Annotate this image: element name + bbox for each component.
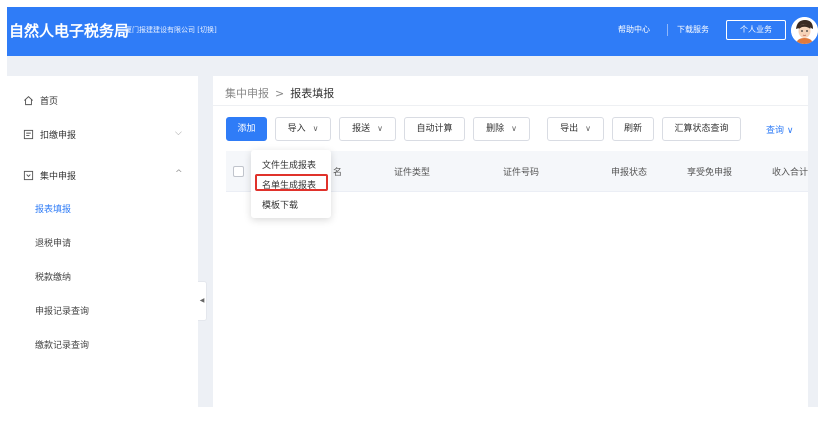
- query-toggle-label: 查询: [766, 126, 785, 136]
- sidebar: 首页 扣缴申报 ⌵ 集中申报 ^ 报表填报 退税申请 税款缴纳 申报记录查询 缴…: [7, 76, 198, 407]
- sidebar-item-home[interactable]: 首页: [7, 86, 198, 116]
- column-header-filing-status: 申报状态: [611, 168, 648, 178]
- auto-calculate-button[interactable]: 自动计算: [404, 117, 465, 141]
- breadcrumb-separator: >: [275, 87, 285, 100]
- chevron-down-icon: ∨: [786, 126, 794, 136]
- menu-item-template-download[interactable]: 模板下载: [262, 198, 298, 211]
- chevron-up-icon: ^: [175, 169, 183, 179]
- breadcrumb-divider: [213, 105, 808, 106]
- user-avatar-icon: [791, 17, 818, 44]
- header-divider: [667, 24, 668, 36]
- menu-item-list-generate-report[interactable]: 名单生成报表: [262, 178, 316, 191]
- import-dropdown-menu: 文件生成报表 名单生成报表 模板下载: [251, 150, 331, 218]
- chevron-down-icon: ∨: [377, 124, 383, 133]
- add-button-label: 添加: [237, 124, 256, 134]
- import-button-label: 导入: [287, 124, 306, 134]
- submit-button[interactable]: 报送 ∨: [339, 117, 396, 141]
- sidebar-item-centralized[interactable]: 集中申报 ^: [7, 161, 198, 191]
- summary-status-query-label: 汇算状态查询: [674, 124, 729, 134]
- sidebar-item-label: 集中申报: [40, 172, 77, 182]
- company-switcher[interactable]: 厦门报建建设有限公司 [切换]: [125, 25, 217, 35]
- menu-item-file-generate-report[interactable]: 文件生成报表: [262, 158, 316, 171]
- column-header-id-type: 证件类型: [394, 168, 431, 178]
- sidebar-item-tax-payment[interactable]: 税款缴纳: [35, 270, 71, 283]
- sidebar-item-payment-records[interactable]: 缴款记录查询: [35, 338, 89, 351]
- breadcrumb: 集中申报 > 报表填报: [225, 85, 334, 101]
- column-header-income-total: 收入合计: [772, 168, 809, 178]
- column-header-name: 名: [333, 168, 343, 178]
- summary-status-query-button[interactable]: 汇算状态查询: [662, 117, 741, 141]
- sidebar-item-label: 首页: [40, 97, 59, 107]
- breadcrumb-current: 报表填报: [290, 87, 335, 100]
- home-icon: [24, 96, 33, 106]
- chevron-down-icon: ⌵: [175, 128, 182, 138]
- submit-button-label: 报送: [352, 124, 371, 134]
- chevron-down-icon: ∨: [585, 124, 591, 133]
- sidebar-item-report-filling[interactable]: 报表填报: [35, 202, 71, 215]
- sidebar-collapse-handle[interactable]: ◀: [198, 281, 207, 321]
- sidebar-item-tax-refund[interactable]: 退税申请: [35, 236, 71, 249]
- sidebar-item-filing-records[interactable]: 申报记录查询: [35, 304, 89, 317]
- auto-calculate-label: 自动计算: [416, 124, 453, 134]
- help-center-link[interactable]: 帮助中心: [618, 24, 650, 35]
- top-header: 自然人电子税务局 厦门报建建设有限公司 [切换] 帮助中心 下载服务 个人业务: [7, 7, 818, 56]
- add-button[interactable]: 添加: [226, 117, 267, 141]
- report-icon: [23, 170, 34, 181]
- select-all-checkbox[interactable]: [233, 166, 244, 177]
- breadcrumb-parent[interactable]: 集中申报: [225, 87, 269, 100]
- sidebar-item-withholding[interactable]: 扣缴申报 ⌵: [7, 120, 198, 150]
- download-service-link[interactable]: 下载服务: [677, 24, 709, 35]
- app-title: 自然人电子税务局: [9, 22, 130, 40]
- export-button-label: 导出: [560, 124, 579, 134]
- chevron-down-icon: ∨: [312, 124, 319, 133]
- avatar[interactable]: [791, 17, 818, 44]
- sidebar-item-label: 扣缴申报: [40, 131, 77, 141]
- personal-business-button[interactable]: 个人业务: [726, 20, 786, 40]
- column-header-exemption: 享受免申报: [687, 168, 733, 178]
- header-band: [7, 56, 818, 76]
- column-header-id-number: 证件号码: [503, 168, 540, 178]
- chevron-down-icon: ∨: [511, 124, 517, 133]
- refresh-button-label: 刷新: [623, 124, 642, 134]
- import-button[interactable]: 导入 ∨: [275, 117, 331, 141]
- document-icon: [23, 129, 34, 140]
- query-toggle[interactable]: 查询 ∨: [766, 123, 793, 136]
- delete-button-label: 删除: [486, 124, 505, 134]
- export-button[interactable]: 导出 ∨: [547, 117, 604, 141]
- refresh-button[interactable]: 刷新: [612, 117, 654, 141]
- delete-button[interactable]: 删除 ∨: [473, 117, 530, 141]
